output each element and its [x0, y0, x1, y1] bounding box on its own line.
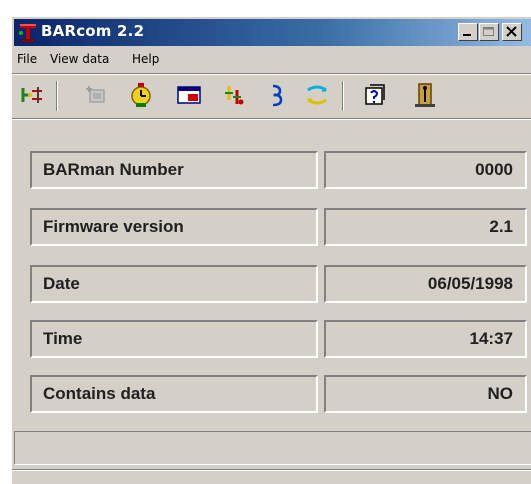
app-icon[interactable] — [18, 23, 38, 43]
timer-icon[interactable] — [126, 80, 156, 110]
connect-icon[interactable] — [18, 80, 48, 110]
exit-icon[interactable] — [410, 80, 440, 110]
minimize-button[interactable] — [458, 23, 478, 41]
date-label: Date — [30, 265, 318, 303]
status-bar — [14, 431, 531, 465]
menu-bar: File View data Help — [14, 49, 531, 71]
window-title: BARcom 2.2 — [41, 22, 145, 40]
barman-number-value: 0000 — [324, 151, 527, 189]
contains-data-label: Contains data — [30, 375, 318, 413]
maximize-button[interactable] — [479, 23, 499, 41]
about-icon[interactable] — [360, 80, 390, 110]
transfer-icon[interactable] — [220, 80, 250, 110]
menu-file[interactable]: File — [17, 52, 37, 66]
sync-icon[interactable] — [302, 80, 332, 110]
menu-view-data[interactable]: View data — [50, 52, 109, 66]
close-icon — [506, 26, 517, 37]
close-button[interactable] — [502, 23, 522, 41]
firmware-version-value: 2.1 — [324, 208, 527, 246]
barman-number-label: BARman Number — [30, 151, 318, 189]
download-icon[interactable] — [262, 80, 292, 110]
title-bar[interactable]: BARcom 2.2 — [14, 19, 531, 46]
toolbar-divider — [342, 81, 344, 111]
date-value: 06/05/1998 — [324, 265, 527, 303]
toolbar — [14, 77, 531, 117]
contains-data-value: NO — [324, 375, 527, 413]
time-label: Time — [30, 320, 318, 358]
menu-separator — [12, 73, 531, 75]
toolbar-separator — [12, 118, 531, 120]
maximize-icon — [483, 27, 494, 36]
add-icon[interactable] — [80, 80, 110, 110]
status-bar-bottom-edge — [12, 469, 531, 471]
firmware-version-label: Firmware version — [30, 208, 318, 246]
minimize-icon — [463, 34, 471, 36]
menu-help[interactable]: Help — [132, 52, 159, 66]
toolbar-divider — [56, 81, 58, 111]
app-window: BARcom 2.2 File View data Help BARman Nu… — [10, 15, 531, 484]
monitor-icon[interactable] — [174, 80, 204, 110]
time-value: 14:37 — [324, 320, 527, 358]
